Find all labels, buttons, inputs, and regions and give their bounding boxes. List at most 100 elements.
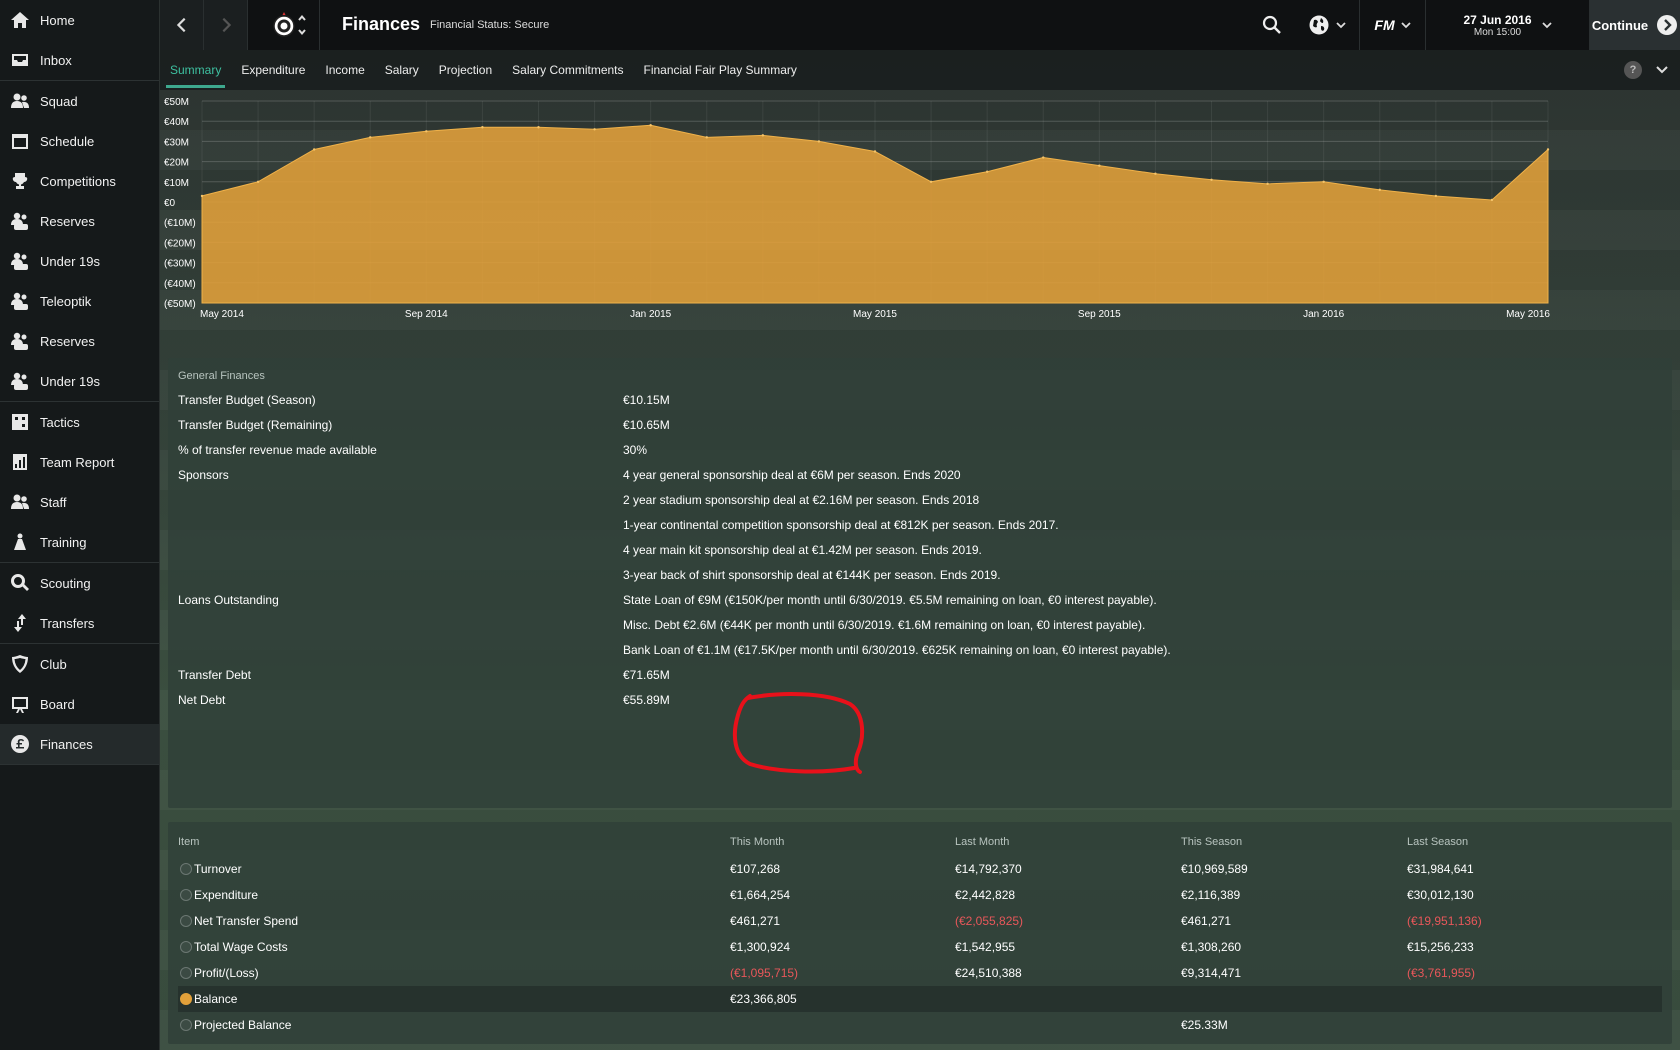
data-point [1378,188,1381,192]
sidebar-item-tactics[interactable]: Tactics [0,402,159,442]
world-menu-button[interactable] [1294,0,1360,50]
date-menu-button[interactable]: 27 Jun 2016 Mon 15:00 [1426,0,1590,50]
table-row[interactable]: Expenditure €1,664,254 €2,442,828 €2,116,38… [178,882,1662,908]
sidebar-item-finances[interactable]: Finances [0,724,159,764]
finance-row-value: State Loan of €9M (€150K/per month until… [623,593,1157,607]
last-season-value: €15,256,233 [1407,940,1474,954]
sidebar-item-teleoptik[interactable]: Teleoptik [0,281,159,321]
sidebar-item-label: Schedule [40,133,95,149]
sidebar-item-staff[interactable]: Staff [0,482,159,522]
row-indicator-icon [180,993,192,1005]
last-season-value: €31,984,641 [1407,862,1474,876]
board-icon [10,694,40,714]
this-month-value: €23,366,805 [730,992,797,1006]
this-month-value: €461,271 [730,914,781,928]
sidebar-item-reserves[interactable]: Reserves [0,321,159,361]
sidebar-item-training[interactable]: Training [0,522,159,562]
club-switcher[interactable] [260,0,320,50]
sidebar: Home Inbox Squad Schedule Competitions Reserv… [0,0,160,1050]
finance-row-value: €55.89M [623,693,670,707]
finances-icon [10,734,40,754]
calendar-icon [10,131,40,151]
forward-button[interactable] [204,0,248,50]
search-button[interactable] [1250,0,1294,50]
finance-row-label: Sponsors [178,468,229,482]
y-tick-label: €10M [164,178,189,189]
tab-salary-commitments[interactable]: Salary Commitments [502,50,633,90]
back-button[interactable] [160,0,204,50]
sidebar-item-inbox[interactable]: Inbox [0,40,159,80]
y-tick-label: €30M [164,137,189,148]
item-name: Profit/(Loss) [194,966,259,980]
sidebar-item-competitions[interactable]: Competitions [0,161,159,201]
item-name: Turnover [194,862,242,876]
sidebar-item-team-report[interactable]: Team Report [0,442,159,482]
reserves-icon [10,211,40,231]
sidebar-item-reserves[interactable]: Reserves [0,201,159,241]
finance-row: 3-year back of shirt sponsorship deal at… [178,563,1658,588]
item-name: Total Wage Costs [194,940,288,954]
u19-icon [10,251,40,271]
sidebar-item-scouting[interactable]: Scouting [0,563,159,603]
tab-expenditure[interactable]: Expenditure [231,50,315,90]
data-point [312,148,316,151]
sidebar-item-board[interactable]: Board [0,684,159,724]
tab-financial-fair-play-summary[interactable]: Financial Fair Play Summary [634,50,807,90]
table-row[interactable]: Net Transfer Spend €461,271 (€2,055,825) €4… [178,908,1662,934]
fm-logo: FM [1374,17,1395,33]
help-button[interactable]: ? [1624,61,1642,79]
column-header-last-season[interactable]: Last Season [1407,836,1468,848]
column-header-this-month[interactable]: This Month [730,836,784,848]
tab-income[interactable]: Income [315,50,374,90]
sidebar-item-transfers[interactable]: Transfers [0,603,159,643]
sidebar-item-label: Competitions [40,173,116,189]
this-season-value: €10,969,589 [1181,862,1248,876]
column-header-this-season[interactable]: This Season [1181,836,1242,848]
tab-salary[interactable]: Salary [375,50,429,90]
staff-icon [10,492,40,512]
this-season-value: €461,271 [1181,914,1232,928]
column-header-last-month[interactable]: Last Month [955,836,1009,848]
tab-summary[interactable]: Summary [160,50,231,90]
item-name: Projected Balance [194,1018,292,1032]
finance-row-value: 3-year back of shirt sponsorship deal at… [623,568,1001,582]
sidebar-item-squad[interactable]: Squad [0,81,159,121]
data-point [369,136,372,139]
sidebar-item-label: Inbox [40,52,72,68]
continue-button[interactable]: Continue [1590,0,1680,50]
reserves-icon [10,371,40,391]
sidebar-item-label: Scouting [40,575,91,591]
sidebar-item-under-19s[interactable]: Under 19s [0,361,159,401]
table-row[interactable]: Projected Balance €25.33M [178,1012,1662,1038]
top-bar: Finances Financial Status: Secure FM 27 … [160,0,1680,50]
finance-row-value: €71.65M [623,668,670,682]
tab-projection[interactable]: Projection [429,50,502,90]
y-tick-label: €40M [164,117,189,128]
transfers-icon [10,613,40,633]
globe-icon [1309,15,1328,35]
chevron-down-icon[interactable] [1654,62,1670,78]
sidebar-item-club[interactable]: Club [0,644,159,684]
last-month-value: €24,510,388 [955,966,1022,980]
data-point [1154,172,1157,175]
finance-row-value: Bank Loan of €1.1M (€17.5K/per month unt… [623,643,1171,657]
table-row[interactable]: Turnover €107,268 €14,792,370 €10,969,589 €3… [178,856,1662,882]
balance-chart: €50M €40M €30M €20M €10M €0 (€10M) (€20M) (€30M)… [164,97,1550,320]
table-row[interactable]: Balance €23,366,805 [178,986,1662,1012]
table-row[interactable]: Profit/(Loss) (€1,095,715) €24,510,388 €9,3… [178,960,1662,986]
sidebar-item-schedule[interactable]: Schedule [0,121,159,161]
reserves-icon [10,331,40,351]
sidebar-item-label: Finances [40,736,93,752]
sidebar-item-under-19s[interactable]: Under 19s [0,241,159,281]
table-row[interactable]: Total Wage Costs €1,300,924 €1,542,955 €1,3… [178,934,1662,960]
column-header-item[interactable]: Item [178,836,199,848]
data-point [593,128,596,131]
sidebar-item-home[interactable]: Home [0,0,159,40]
chevron-down-icon [1541,22,1552,29]
fm-menu-button[interactable]: FM [1360,0,1426,50]
data-point [1098,164,1101,167]
y-tick-label: (€30M) [164,259,196,270]
data-point [1434,194,1438,198]
finance-row: Loans Outstanding State Loan of €9M (€150… [178,588,1658,613]
data-point [1042,156,1045,159]
